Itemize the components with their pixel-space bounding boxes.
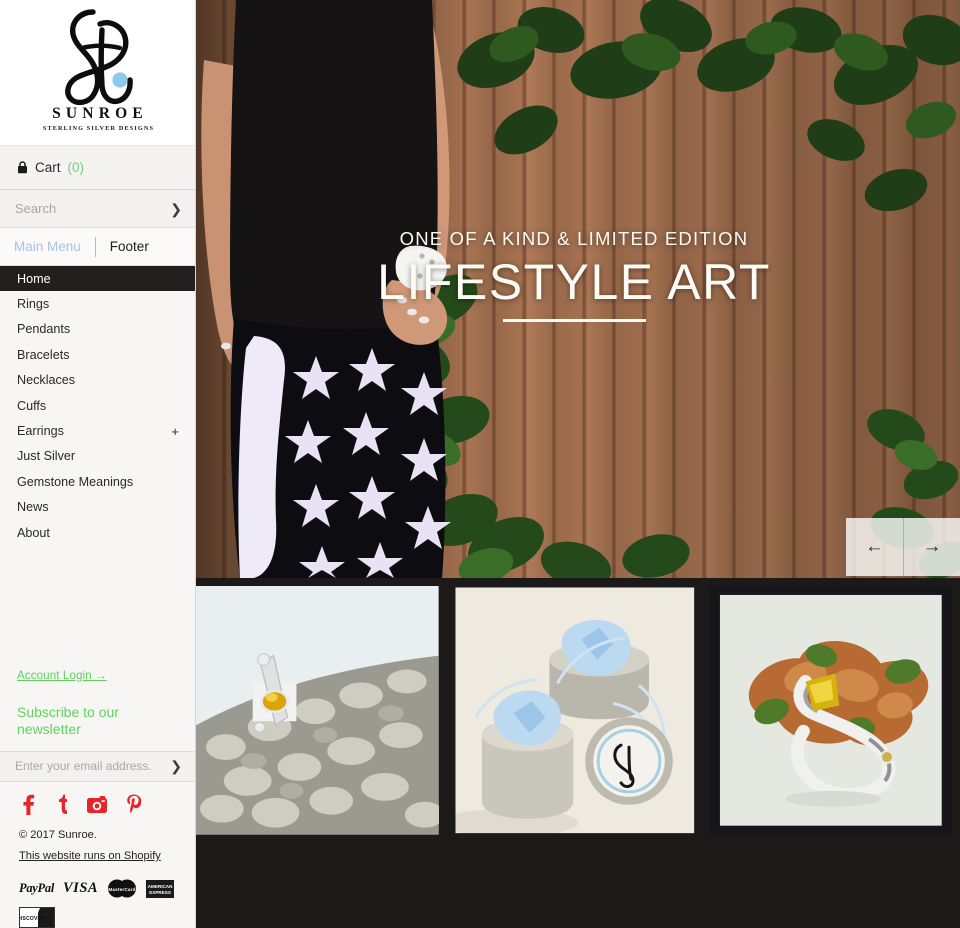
nav-item-label: News (17, 500, 49, 515)
nav-item-cuffs[interactable]: Cuffs (0, 393, 195, 418)
nav-item-news[interactable]: News (0, 495, 195, 520)
product-tile-3[interactable] (710, 586, 952, 836)
search-bar[interactable]: ❯ (0, 190, 195, 228)
cart-count: (0) (67, 160, 85, 175)
brand-tagline: STERLING SILVER DESIGNS (42, 124, 155, 132)
svg-text:DISCOVER: DISCOVER (20, 916, 45, 922)
visa-badge: VISA (63, 880, 99, 896)
facebook-icon[interactable] (22, 794, 35, 815)
tab-footer[interactable]: Footer (96, 240, 163, 254)
main-content: ONE OF A KIND & LIMITED EDITION LIFESTYL… (196, 0, 960, 928)
nav-item-label: About (17, 525, 50, 540)
cart-label: Cart (35, 160, 61, 175)
cart-link[interactable]: Cart (0) (0, 146, 195, 190)
nav-item-label: Rings (17, 297, 50, 312)
discover-badge: DISCOVER (19, 907, 55, 928)
nav-item-gemstone-meanings[interactable]: Gemstone Meanings (0, 469, 195, 494)
product-grid (196, 586, 960, 838)
nav-item-label: Cuffs (17, 398, 47, 413)
account-login-link[interactable]: Account Login → (17, 669, 195, 682)
amex-badge: AMERICAN EXPRESS (146, 879, 175, 898)
hero-underline (502, 319, 646, 322)
brand-wordmark: SUNROE (52, 105, 148, 122)
menu-tabs: Main Menu Footer (0, 228, 195, 266)
nav-item-label: Home (17, 271, 51, 286)
nav-item-label: Necklaces (17, 373, 76, 388)
nav-item-home[interactable]: Home (0, 266, 195, 292)
nav-item-pendants[interactable]: Pendants (0, 317, 195, 342)
copyright-text: © 2017 Sunroe. (19, 828, 97, 841)
nav-item-about[interactable]: About (0, 520, 195, 545)
nav-item-label: Pendants (17, 322, 71, 337)
hero-title: LIFESTYLE ART (377, 254, 771, 310)
main-nav: Home Rings Pendants Bracelets Necklaces … (0, 266, 195, 545)
instagram-icon[interactable] (87, 795, 107, 813)
nav-item-earrings[interactable]: Earrings + (0, 418, 195, 443)
newsletter-heading: Subscribe to our newsletter (17, 703, 119, 737)
slider-controls: ← → (846, 518, 960, 576)
search-input[interactable] (13, 200, 153, 217)
site-root: SUNROE STERLING SILVER DESIGNS Cart (0) … (0, 0, 960, 928)
arrow-left-icon: ← (865, 536, 884, 557)
copyright-block: © 2017 Sunroe. This website runs on Shop… (0, 815, 195, 867)
product-tile-1[interactable] (196, 586, 439, 836)
brand-logo[interactable]: SUNROE STERLING SILVER DESIGNS (0, 0, 195, 146)
tumblr-icon[interactable] (55, 794, 67, 815)
hero-kicker: ONE OF A KIND & LIMITED EDITION (399, 228, 749, 249)
nav-expander-earrings[interactable]: + (171, 424, 179, 439)
nav-item-label: Just Silver (17, 449, 76, 464)
newsletter-form[interactable]: ❯ (0, 750, 195, 782)
nav-item-label: Bracelets (17, 347, 70, 362)
pinterest-icon[interactable] (127, 794, 141, 815)
sunroe-script-monogram-icon (64, 9, 133, 106)
mastercard-badge: MasterCard (107, 879, 137, 898)
sidebar: SUNROE STERLING SILVER DESIGNS Cart (0) … (0, 0, 196, 928)
nav-item-label: Gemstone Meanings (17, 474, 134, 489)
product-image-2 (453, 586, 696, 835)
arrow-right-icon: → (922, 536, 942, 557)
slider-next-button[interactable]: → (903, 518, 960, 576)
hero-caption: ONE OF A KIND & LIMITED EDITION LIFESTYL… (196, 228, 952, 322)
social-links (0, 782, 195, 815)
product-image-3 (710, 586, 952, 835)
powered-by-shopify-link[interactable]: This website runs on Shopify (19, 850, 161, 862)
nav-item-label: Earrings (17, 424, 64, 439)
nav-item-bracelets[interactable]: Bracelets (0, 342, 195, 367)
paypal-badge: PayPal (19, 881, 54, 895)
lock-icon (18, 161, 27, 174)
nav-item-necklaces[interactable]: Necklaces (0, 368, 195, 393)
chevron-right-icon[interactable]: ❯ (170, 759, 182, 773)
svg-text:MasterCard: MasterCard (108, 887, 135, 892)
tab-main-menu[interactable]: Main Menu (0, 240, 95, 254)
product-image-1 (196, 586, 439, 835)
newsletter-email-input[interactable] (13, 758, 155, 775)
slider-prev-button[interactable]: ← (846, 518, 903, 576)
nav-item-just-silver[interactable]: Just Silver (0, 444, 195, 469)
hero-slider[interactable]: ONE OF A KIND & LIMITED EDITION LIFESTYL… (196, 0, 960, 578)
payment-badges: PayPal VISA MasterCard AMERICANEXPRESS D… (0, 867, 175, 928)
nav-item-rings[interactable]: Rings (0, 291, 195, 316)
product-tile-2[interactable] (453, 586, 696, 836)
chevron-right-icon[interactable]: ❯ (170, 202, 182, 216)
